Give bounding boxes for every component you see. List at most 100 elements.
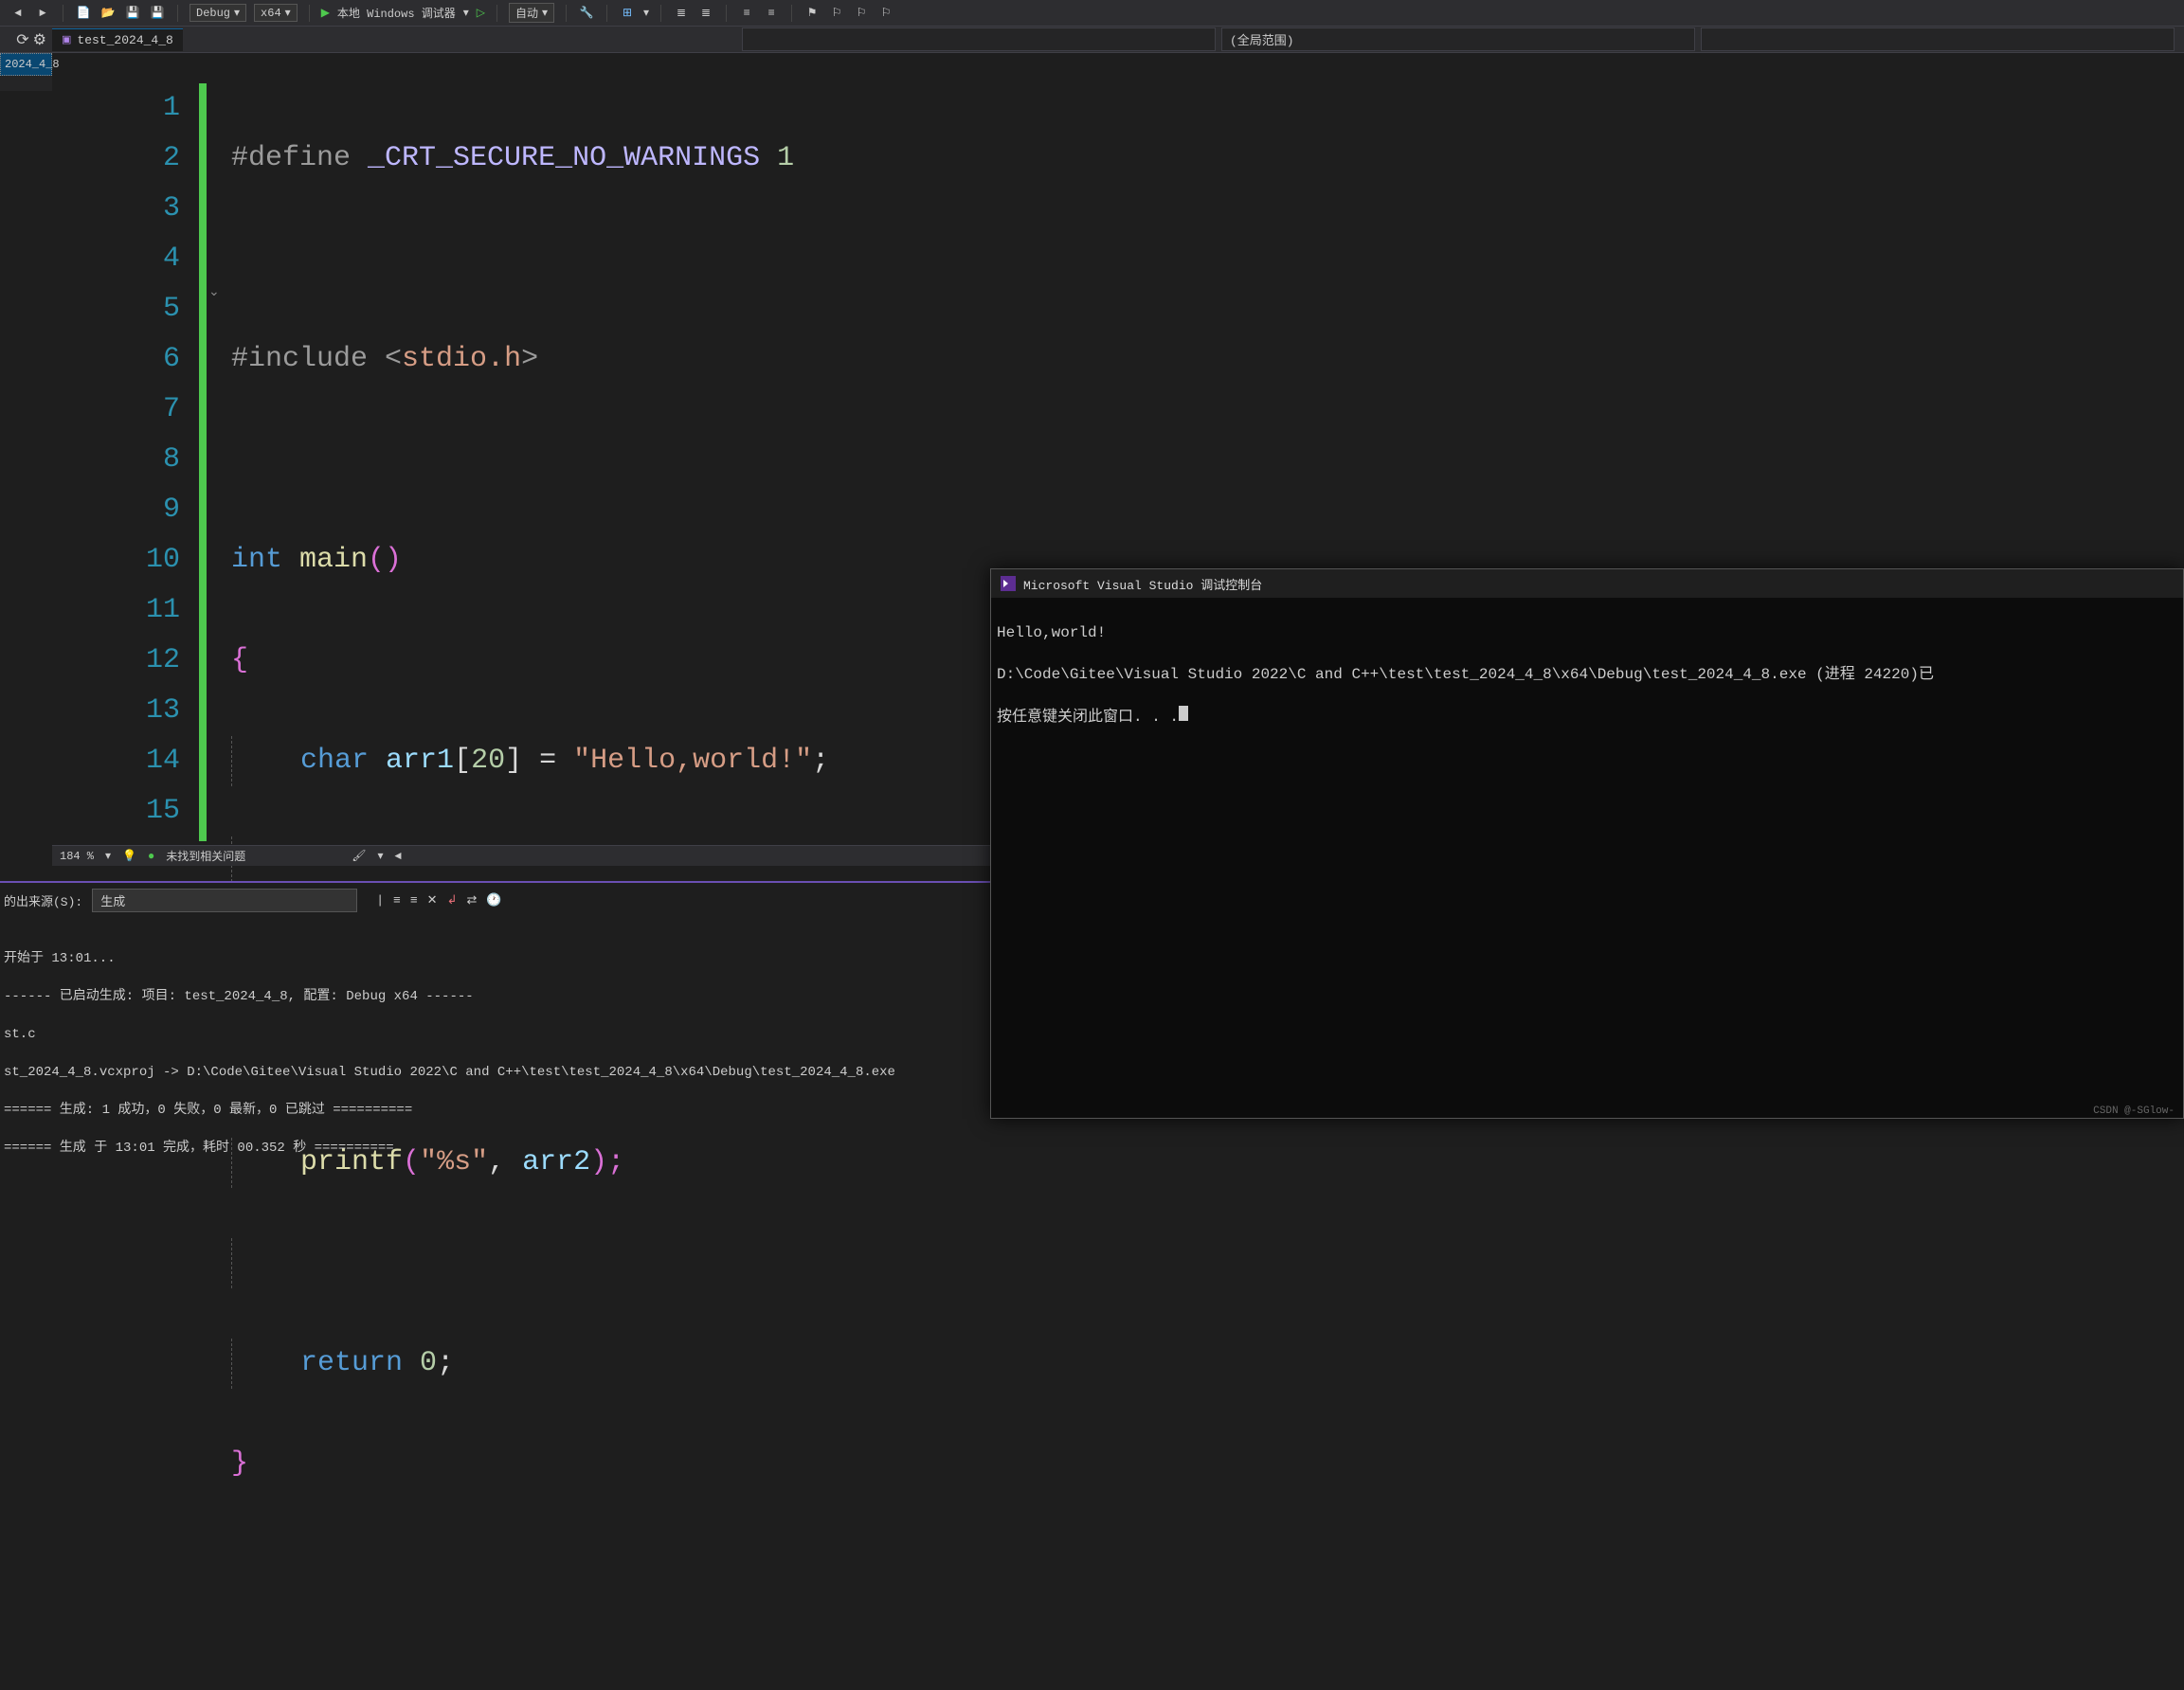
line-number: 10 (52, 535, 180, 585)
separator: | (376, 893, 384, 908)
bookmark-icon[interactable]: ⚑ (803, 5, 821, 22)
separator (309, 5, 310, 22)
goto-next-icon[interactable]: ≡ (410, 893, 418, 908)
cpp-file-icon: ▣ (62, 33, 71, 46)
function: main (299, 544, 368, 576)
save-all-icon[interactable]: 💾 (149, 5, 166, 22)
separator (791, 5, 792, 22)
line-number: 12 (52, 636, 180, 686)
bookmark-prev-icon[interactable]: ⚐ (828, 5, 845, 22)
toolbox-icon[interactable]: 🔧 (578, 5, 595, 22)
file-tab[interactable]: ▣ test_2024_4_8 (52, 28, 183, 51)
console-line: D:\Code\Gitee\Visual Studio 2022\C and C… (997, 664, 2177, 685)
wrap-icon[interactable]: ↲ (447, 893, 458, 908)
nav-dropdown-right[interactable] (1701, 27, 2175, 51)
console-titlebar[interactable]: Microsoft Visual Studio 调试控制台 (991, 569, 2183, 598)
tab-label: test_2024_4_8 (77, 33, 172, 47)
line-number: 11 (52, 585, 180, 636)
new-file-icon[interactable]: 📄 (75, 5, 92, 22)
back-icon[interactable]: ◄ (9, 5, 27, 22)
separator (660, 5, 661, 22)
line-number: 13 (52, 686, 180, 736)
header: stdio.h (402, 343, 521, 375)
forward-icon[interactable]: ► (34, 5, 51, 22)
debug-console-window[interactable]: Microsoft Visual Studio 调试控制台 Hello,worl… (990, 568, 2184, 1119)
toggle-icon[interactable]: ⇄ (466, 893, 477, 908)
line-number: 6 (52, 334, 180, 385)
output-source-dropdown[interactable]: 生成 (92, 889, 357, 912)
platform-dropdown[interactable]: x64 ▾ (254, 4, 298, 22)
config-dropdown[interactable]: Debug ▾ (190, 4, 246, 22)
line-number: 7 (52, 385, 180, 435)
macro: _CRT_SECURE_NO_WARNINGS (351, 142, 777, 174)
chevron-down-icon[interactable]: ▾ (377, 849, 383, 863)
tree-item[interactable]: 2024_4_8 (0, 53, 52, 76)
solution-tree: 2024_4_8 (0, 53, 52, 91)
goto-prev-icon[interactable]: ≡ (393, 893, 401, 908)
output-source-label: 的出来源(S): (4, 891, 82, 909)
outdent-icon[interactable]: ≣ (697, 5, 714, 22)
brush-icon[interactable]: 🖌 (352, 849, 366, 863)
brace: { (231, 644, 248, 676)
uncomment-icon[interactable]: ≡ (763, 5, 780, 22)
auto-dropdown[interactable]: 自动 ▾ (509, 3, 554, 23)
bookmark-clear-icon[interactable]: ⚐ (877, 5, 894, 22)
comment-icon[interactable]: ≡ (738, 5, 755, 22)
line-number: 4 (52, 234, 180, 284)
clock-icon[interactable]: 🕐 (486, 893, 501, 908)
separator (606, 5, 607, 22)
indent-icon[interactable]: ≣ (673, 5, 690, 22)
brace: } (231, 1447, 248, 1480)
clear-icon[interactable]: ✕ (427, 893, 438, 908)
issues-text[interactable]: 未找到相关问题 (166, 848, 245, 864)
keyword: return (300, 1347, 420, 1379)
bulb-icon[interactable]: 💡 (122, 849, 136, 863)
line-number: 1 (52, 83, 180, 134)
keyword: char (300, 745, 386, 777)
bracket: > (521, 343, 538, 375)
scroll-left-icon[interactable]: ◄ (394, 850, 401, 863)
chevron-down-icon: ▾ (542, 6, 548, 20)
chevron-down-icon[interactable]: ▾ (643, 6, 649, 20)
play-outline-icon[interactable]: ▷ (477, 6, 485, 20)
fold-collapse-icon[interactable]: ⌄ (208, 284, 220, 300)
vs-icon (1001, 576, 1016, 591)
check-icon: ● (148, 850, 154, 863)
output-line: ====== 生成 于 13:01 完成，耗时 00.352 秒 =======… (4, 1139, 2180, 1158)
keyword: int (231, 544, 299, 576)
main-toolbar: ◄ ► 📄 📂 💾 💾 Debug ▾ x64 ▾ ▶ 本地 Windows 调… (0, 0, 2184, 27)
line-number: 2 (52, 134, 180, 184)
gear-icon[interactable]: ⚙ (33, 30, 46, 49)
zoom-level[interactable]: 184 % (60, 850, 94, 863)
fold-bar[interactable]: ⌄ (207, 83, 226, 841)
bookmark-next-icon[interactable]: ⚐ (853, 5, 870, 22)
layout-icon[interactable]: ⊞ (619, 5, 636, 22)
line-number: 15 (52, 786, 180, 836)
line-number: 9 (52, 485, 180, 535)
number: 20 (471, 745, 505, 777)
console-line: 按任意键关闭此窗口. . . (997, 709, 1179, 726)
bracket: < (385, 343, 402, 375)
string: "Hello,world!" (573, 745, 812, 777)
play-icon[interactable]: ▶ (321, 6, 330, 20)
debug-button[interactable]: 本地 Windows 调试器 (337, 5, 456, 21)
open-icon[interactable]: 📂 (99, 5, 117, 22)
save-icon[interactable]: 💾 (124, 5, 141, 22)
tabrow: ⟳ ⚙ ▣ test_2024_4_8 (全局范围) (0, 27, 2184, 53)
cursor (1179, 706, 1188, 721)
identifier: arr1 (386, 745, 454, 777)
refresh-icon[interactable]: ⟳ (16, 30, 28, 49)
console-output: Hello,world! D:\Code\Gitee\Visual Studio… (991, 598, 2183, 773)
parens: () (368, 544, 402, 576)
console-line: Hello,world! (997, 622, 2177, 643)
line-number: 5 (52, 284, 180, 334)
chevron-down-icon[interactable]: ▾ (105, 849, 111, 863)
line-number: 3 (52, 184, 180, 234)
chevron-down-icon[interactable]: ▾ (463, 6, 469, 20)
preprocessor: #define (231, 142, 351, 174)
separator (177, 5, 178, 22)
nav-dropdown-scope[interactable]: (全局范围) (1221, 27, 1695, 51)
number: 0 (420, 1347, 437, 1379)
separator (496, 5, 497, 22)
nav-dropdown-left[interactable] (742, 27, 1216, 51)
